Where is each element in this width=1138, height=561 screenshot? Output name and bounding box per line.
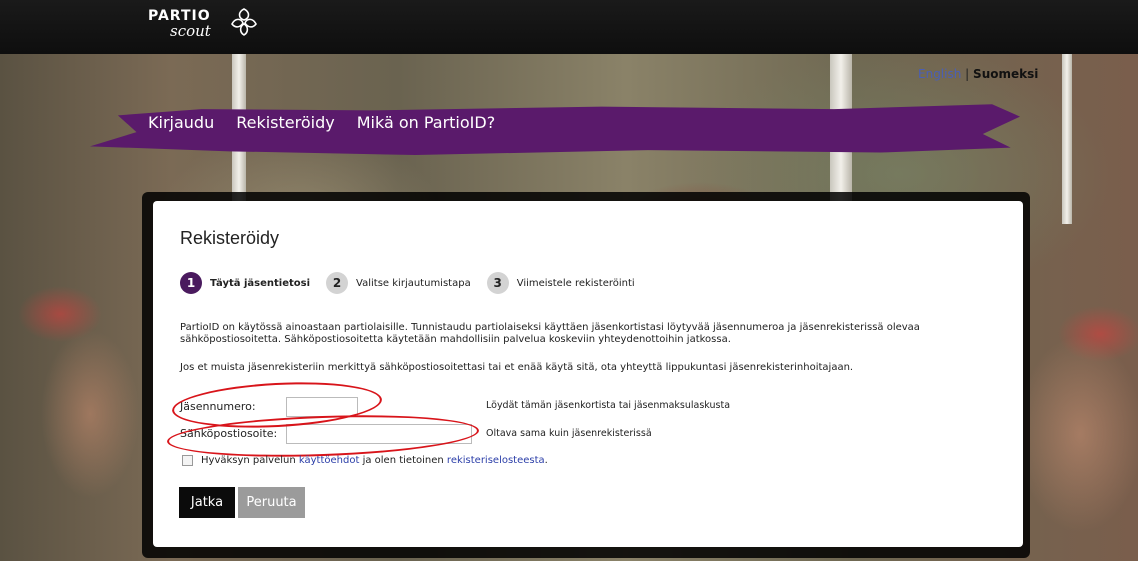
nav-what-is-partioid[interactable]: Mikä on PartioID? bbox=[357, 113, 496, 132]
terms-row: Hyväksyn palvelun käyttöehdot ja olen ti… bbox=[182, 455, 548, 466]
email-help-text: Jos et muista jäsenrekisteriin merkittyä… bbox=[180, 362, 854, 373]
cancel-button[interactable]: Peruuta bbox=[238, 487, 305, 518]
nav-login[interactable]: Kirjaudu bbox=[148, 113, 214, 132]
step-1-number: 1 bbox=[180, 272, 202, 294]
step-2: 2 Valitse kirjautumistapa bbox=[326, 272, 471, 294]
step-2-label: Valitse kirjautumistapa bbox=[356, 277, 471, 289]
terms-suffix: . bbox=[544, 455, 548, 466]
main-nav: Kirjaudu Rekisteröidy Mikä on PartioID? bbox=[148, 113, 495, 132]
lang-finnish-link[interactable]: Suomeksi bbox=[973, 67, 1038, 81]
step-1-label: Täytä jäsentietosi bbox=[210, 277, 311, 289]
privacy-link[interactable]: rekisteriselosteesta bbox=[447, 455, 545, 466]
terms-prefix: Hyväksyn palvelun bbox=[201, 455, 296, 466]
page-title: Rekisteröidy bbox=[180, 228, 280, 248]
terms-checkbox[interactable] bbox=[182, 455, 193, 466]
tree-trunk bbox=[1062, 54, 1072, 224]
logo-scout-text: scout bbox=[170, 22, 211, 40]
language-switcher: English | Suomeksi bbox=[918, 67, 1038, 81]
intro-text: PartioID on käytössä ainoastaan partiola… bbox=[180, 322, 920, 345]
step-2-number: 2 bbox=[326, 272, 349, 294]
email-hint: Oltava sama kuin jäsenrekisterissä bbox=[486, 428, 652, 439]
step-3: 3 Viimeistele rekisteröinti bbox=[486, 272, 635, 294]
terms-middle: ja olen tietoinen bbox=[362, 455, 444, 466]
lang-separator: | bbox=[965, 67, 970, 81]
terms-link[interactable]: käyttöehdot bbox=[299, 455, 360, 466]
registration-steps: 1 Täytä jäsentietosi 2 Valitse kirjautum… bbox=[180, 272, 651, 294]
nav-register[interactable]: Rekisteröidy bbox=[236, 113, 335, 132]
continue-button[interactable]: Jatka bbox=[179, 487, 235, 518]
step-3-label: Viimeistele rekisteröinti bbox=[516, 277, 635, 289]
step-1: 1 Täytä jäsentietosi bbox=[180, 272, 310, 294]
step-3-number: 3 bbox=[486, 272, 509, 294]
member-number-hint: Löydät tämän jäsenkortista tai jäsenmaks… bbox=[486, 400, 731, 411]
scout-emblem-icon bbox=[231, 8, 257, 36]
lang-english-link[interactable]: English bbox=[918, 67, 961, 81]
partio-scout-logo[interactable]: PARTIO scout bbox=[148, 8, 211, 39]
